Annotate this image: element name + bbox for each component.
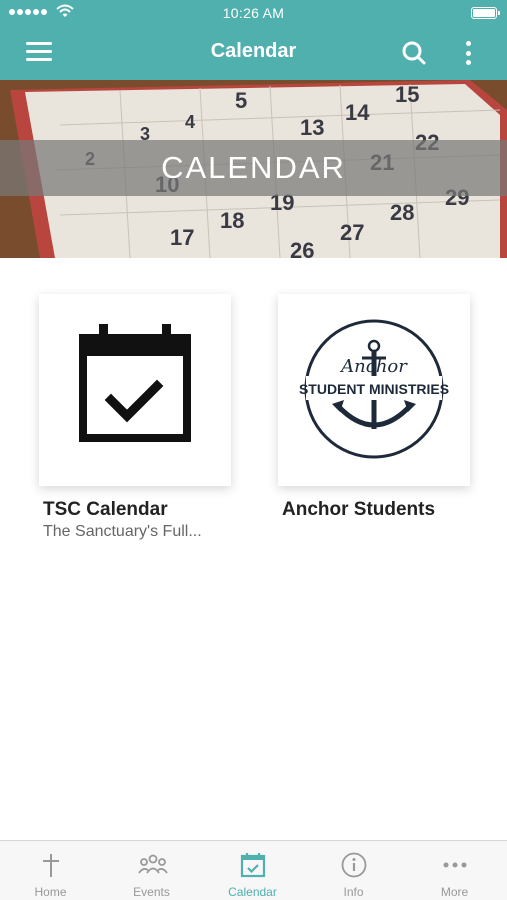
- anchor-logo-script: Anchor: [339, 356, 408, 377]
- hero-title: CALENDAR: [161, 150, 346, 185]
- tab-label: Home: [34, 885, 67, 899]
- svg-text:17: 17: [170, 225, 194, 250]
- svg-text:18: 18: [220, 208, 244, 233]
- cross-icon: [43, 854, 59, 877]
- tab-label: Events: [133, 885, 170, 899]
- svg-text:26: 26: [290, 238, 314, 258]
- tab-more[interactable]: More: [404, 841, 505, 900]
- card-title: Anchor Students: [282, 499, 436, 520]
- svg-text:5: 5: [235, 88, 247, 113]
- svg-text:27: 27: [340, 220, 364, 245]
- svg-text:4: 4: [185, 112, 195, 132]
- hero-banner: 5 15 3 4 13 14 2 22 10 21 29 17 18 19 27…: [0, 80, 507, 258]
- anchor-logo-text: STUDENT MINISTRIES: [299, 381, 449, 397]
- info-icon: [341, 852, 367, 878]
- tab-info[interactable]: Info: [303, 841, 404, 900]
- tab-events[interactable]: Events: [101, 841, 202, 900]
- anchor-logo: Anchor STUDENT MINISTRIES: [299, 319, 449, 459]
- search-icon[interactable]: [401, 40, 427, 66]
- tab-label: More: [440, 885, 469, 899]
- page-title: Calendar: [210, 40, 297, 62]
- tab-home[interactable]: Home: [0, 841, 101, 900]
- svg-text:28: 28: [390, 200, 414, 225]
- calendar-check-icon: [240, 853, 266, 878]
- card-thumbnail[interactable]: [39, 294, 231, 486]
- app-bar: Calendar: [0, 26, 507, 80]
- tab-calendar[interactable]: Calendar: [202, 841, 303, 900]
- bottom-tab-bar: Home Events Calendar Info More: [0, 840, 507, 900]
- tab-label: Calendar: [228, 885, 277, 899]
- tab-label: Info: [343, 885, 364, 899]
- status-bar: 10:26 AM: [0, 0, 507, 26]
- calendar-card-tsc[interactable]: TSC Calendar The Sanctuary's Full...: [39, 294, 231, 541]
- calendar-check-icon: [79, 324, 191, 442]
- card-subtitle: The Sanctuary's Full...: [43, 523, 202, 540]
- svg-text:13: 13: [300, 115, 324, 140]
- battery-icon: [471, 7, 500, 19]
- overflow-menu-icon[interactable]: [460, 39, 476, 67]
- status-time: 10:26 AM: [222, 5, 285, 21]
- card-title: TSC Calendar: [43, 499, 168, 520]
- calendar-card-anchor[interactable]: Anchor STUDENT MINISTRIES Anchor Student…: [278, 294, 470, 521]
- dots-icon: [443, 862, 467, 868]
- svg-text:15: 15: [395, 82, 419, 107]
- svg-text:14: 14: [345, 100, 370, 125]
- people-icon: [138, 854, 168, 874]
- card-thumbnail[interactable]: Anchor STUDENT MINISTRIES: [278, 294, 470, 486]
